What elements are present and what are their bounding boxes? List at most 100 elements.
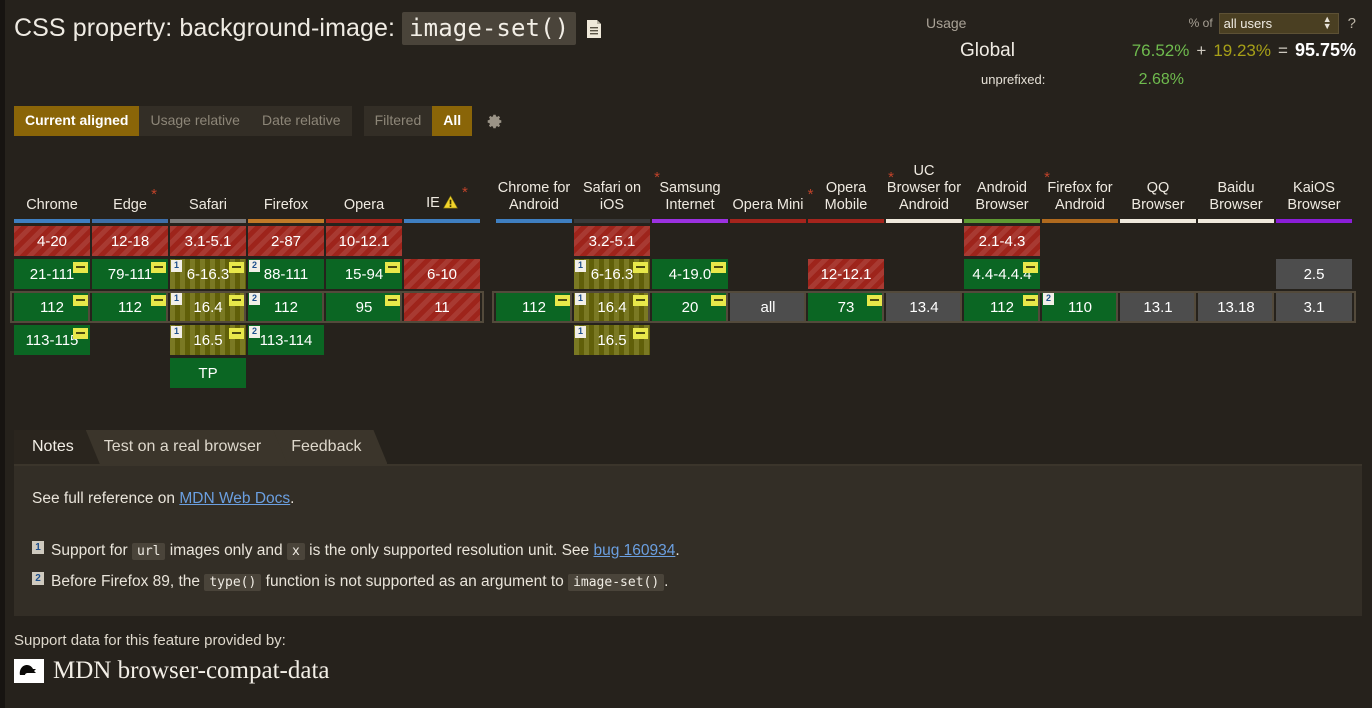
- mdn-web-docs-link[interactable]: MDN Web Docs: [179, 490, 290, 507]
- support-cell[interactable]: 4-19.0: [652, 259, 728, 289]
- footnote-marker[interactable]: 1: [575, 293, 586, 305]
- support-cell[interactable]: 112: [92, 292, 168, 322]
- usage-plus-sign: +: [1196, 41, 1207, 60]
- support-cell[interactable]: 1 16.5: [170, 325, 246, 355]
- support-cell[interactable]: 113-115: [14, 325, 90, 355]
- support-cell-version: 16.5: [597, 331, 627, 349]
- browser-column-chrome: Chrome 4-20 21-111 112 113-115: [10, 158, 94, 388]
- support-cell-empty: [1198, 226, 1274, 256]
- view-button-current-aligned[interactable]: Current aligned: [14, 106, 140, 136]
- view-button-date-relative[interactable]: Date relative: [250, 106, 352, 136]
- show-filter-buttons: Filtered All: [363, 106, 473, 136]
- support-cell[interactable]: 3.1-5.1: [170, 226, 246, 256]
- support-cell[interactable]: 112: [964, 292, 1040, 322]
- browser-name: UC Browser for Android: [886, 163, 962, 213]
- support-cell[interactable]: 13.18: [1198, 292, 1274, 322]
- view-button-usage-relative[interactable]: Usage relative: [139, 106, 251, 136]
- support-cell[interactable]: 2.5: [1276, 259, 1352, 289]
- support-cell[interactable]: 112: [496, 292, 572, 322]
- browser-color-bar: [1198, 219, 1274, 223]
- support-cell[interactable]: 1 16.4: [574, 292, 650, 322]
- footnote-marker[interactable]: 1: [575, 326, 586, 338]
- support-cell[interactable]: 2-87: [248, 226, 324, 256]
- footer-logo[interactable]: MDN browser-compat-data: [14, 657, 330, 685]
- support-cell-version: 95: [355, 298, 373, 316]
- browser-header: KaiOS Browser: [1276, 158, 1352, 216]
- support-cell[interactable]: 2.1-4.3: [964, 226, 1040, 256]
- cell-wrapper: 2.5: [1276, 259, 1352, 289]
- footer: Support data for this feature provided b…: [14, 632, 330, 685]
- audience-select-wrapper[interactable]: all users ▲ ▼: [1218, 12, 1339, 34]
- footnote-marker[interactable]: 1: [171, 293, 182, 305]
- document-icon[interactable]: [586, 19, 602, 39]
- cell-wrapper: [1276, 325, 1352, 355]
- footnote-marker[interactable]: 1: [171, 326, 182, 338]
- footnote-marker[interactable]: 2: [1043, 293, 1054, 305]
- support-cell-empty: [652, 226, 728, 256]
- browser-color-bar: [326, 219, 402, 223]
- support-cell[interactable]: 2 88-111: [248, 259, 324, 289]
- browser-header: Firefox: [248, 158, 324, 216]
- support-cell[interactable]: 2 112: [248, 292, 324, 322]
- footnote-marker[interactable]: 2: [249, 260, 260, 272]
- tab-notes[interactable]: Notes: [14, 430, 100, 464]
- support-cell-version: 16.4: [597, 298, 627, 316]
- support-cell-empty: [886, 325, 962, 355]
- footnote-marker[interactable]: 2: [249, 326, 260, 338]
- audience-select[interactable]: all users: [1218, 12, 1339, 34]
- support-cell[interactable]: 4.4-4.4.4: [964, 259, 1040, 289]
- browser-column-safari: Safari 3.1-5.1 1 6-16.3 1 16.4 1 16.5 TP: [166, 158, 250, 388]
- prefix-required-icon: [1023, 262, 1038, 273]
- gear-icon[interactable]: [486, 113, 503, 130]
- browser-color-bar: [730, 219, 806, 223]
- support-cell[interactable]: 3.1: [1276, 292, 1352, 322]
- note-text: Before Firefox 89, the type() function i…: [51, 567, 668, 598]
- support-cell[interactable]: all: [730, 292, 806, 322]
- tab-bar: Notes Test on a real browser Feedback: [14, 430, 1362, 464]
- support-cell[interactable]: 21-111: [14, 259, 90, 289]
- support-cell[interactable]: 15-94: [326, 259, 402, 289]
- support-cell[interactable]: 4-20: [14, 226, 90, 256]
- footnote-marker[interactable]: 1: [575, 260, 586, 272]
- support-cell[interactable]: 6-10: [404, 259, 480, 289]
- support-cell-empty: [496, 259, 572, 289]
- support-cell-version: 73: [837, 298, 855, 316]
- cell-wrapper: [496, 325, 572, 355]
- help-icon[interactable]: ?: [1339, 15, 1356, 32]
- support-cell[interactable]: 20: [652, 292, 728, 322]
- support-cell[interactable]: 95: [326, 292, 402, 322]
- show-button-all[interactable]: All: [432, 106, 473, 136]
- support-cell[interactable]: 1 16.5: [574, 325, 650, 355]
- support-cell[interactable]: 79-111: [92, 259, 168, 289]
- show-button-filtered[interactable]: Filtered: [363, 106, 433, 136]
- page-title: CSS property: background-image: image-se…: [14, 12, 577, 45]
- cell-wrapper: 13.4: [882, 291, 966, 323]
- tab-feedback[interactable]: Feedback: [273, 430, 387, 464]
- support-cell[interactable]: 1 6-16.3: [170, 259, 246, 289]
- support-cell[interactable]: 1 16.4: [170, 292, 246, 322]
- browser-header: IE *: [404, 158, 480, 216]
- support-cell[interactable]: 11: [404, 292, 480, 322]
- usage-equals-sign: =: [1278, 41, 1288, 60]
- support-cell[interactable]: 12-18: [92, 226, 168, 256]
- support-cell[interactable]: 13.1: [1120, 292, 1196, 322]
- prefix-required-icon: [867, 295, 882, 306]
- support-cell[interactable]: 73: [808, 292, 884, 322]
- support-cell[interactable]: 12-12.1: [808, 259, 884, 289]
- support-cell[interactable]: 10-12.1: [326, 226, 402, 256]
- tab-test-on-a-real-browser[interactable]: Test on a real browser: [86, 430, 287, 464]
- footnote-marker[interactable]: 2: [249, 293, 260, 305]
- browser-color-bar: [92, 219, 168, 223]
- support-cell[interactable]: 3.2-5.1: [574, 226, 650, 256]
- prefix-required-icon: [385, 295, 400, 306]
- support-cell-version: 2.5: [1303, 265, 1325, 283]
- support-cell[interactable]: 13.4: [886, 292, 962, 322]
- support-cell[interactable]: 2 110: [1042, 292, 1118, 322]
- cell-wrapper: 112: [492, 291, 576, 323]
- note-link[interactable]: bug 160934: [593, 542, 675, 559]
- support-cell[interactable]: 2 113-114: [248, 325, 324, 355]
- support-cell[interactable]: TP: [170, 358, 246, 388]
- footnote-marker[interactable]: 1: [171, 260, 182, 272]
- support-cell[interactable]: 1 6-16.3: [574, 259, 650, 289]
- support-cell[interactable]: 112: [14, 292, 90, 322]
